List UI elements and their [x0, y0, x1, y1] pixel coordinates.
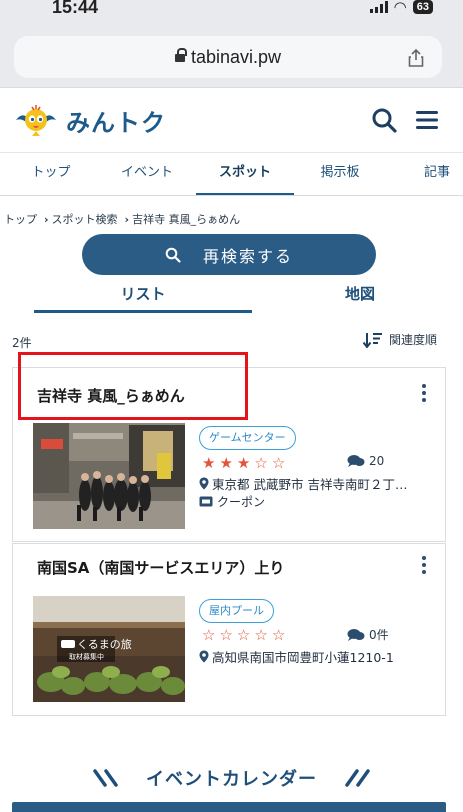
tab-event[interactable]: イベント: [102, 153, 192, 195]
chevron-right-icon: ›: [124, 213, 130, 226]
star-empty-icon: ☆: [271, 626, 286, 644]
spot-address-text: 東京都 武蔵野市 吉祥寺南町２丁…: [212, 477, 408, 492]
battery-icon: 63: [412, 0, 433, 14]
comment-icon: [347, 455, 365, 467]
star-empty-icon: ☆: [254, 626, 268, 644]
location-pin-icon: [199, 477, 209, 490]
comment-count: 20: [347, 454, 384, 468]
star-empty-icon: ☆: [202, 626, 216, 644]
tab-articles[interactable]: 記事: [414, 153, 463, 195]
spot-address-text: 高知県南国市岡豊町小蓮1210-1: [212, 650, 394, 665]
rating-stars: ★ ★ ★ ☆ ☆: [202, 456, 285, 471]
active-tab-indicator: [34, 310, 252, 313]
calendar-bar: [12, 802, 446, 812]
event-calendar-heading: イベントカレンダー: [0, 762, 463, 794]
sort-label: 関連度順: [388, 333, 437, 347]
spot-address: 東京都 武蔵野市 吉祥寺南町２丁…: [199, 474, 407, 493]
highlight-box: [18, 352, 248, 420]
comment-count-value: 0件: [369, 628, 389, 642]
site-header: みんトク: [0, 88, 463, 152]
market-photo-image: くるまの旅 取材募集中: [33, 596, 185, 702]
header-actions: [371, 107, 439, 133]
breadcrumb-item-top[interactable]: トップ: [4, 213, 37, 226]
signal-icon: [369, 1, 388, 13]
research-button[interactable]: 再検索する: [82, 234, 376, 275]
comment-count: 0件: [347, 626, 389, 643]
breadcrumb-item-spot-search[interactable]: スポット検索: [52, 213, 118, 226]
sort-icon: [362, 332, 382, 348]
logo-mascot-icon: [16, 105, 56, 136]
spot-thumbnail[interactable]: くるまの旅 取材募集中: [33, 596, 185, 702]
share-icon[interactable]: [406, 48, 426, 68]
spot-card[interactable]: 南国SA（南国サービスエリア）上り くるまの旅 取材募集中 屋内プール ☆ ☆ …: [12, 543, 446, 716]
status-bar: 15:44 ◠ 63: [0, 0, 463, 22]
research-button-label: 再検索する: [202, 246, 293, 266]
star-filled-icon: ★: [202, 454, 216, 472]
genre-tag[interactable]: ゲームセンター: [199, 426, 296, 450]
search-icon: [165, 247, 181, 263]
spot-address: 高知県南国市岡豊町小蓮1210-1: [199, 647, 394, 666]
tab-spot[interactable]: スポット: [196, 153, 294, 195]
rating-stars: ☆ ☆ ☆ ☆ ☆: [202, 628, 285, 643]
event-calendar-title: イベントカレンダー: [146, 769, 317, 790]
wifi-icon: ◠: [393, 0, 407, 16]
genre-tag[interactable]: 屋内プール: [199, 599, 274, 623]
tab-top[interactable]: トップ: [0, 153, 102, 195]
tab-list[interactable]: リスト: [34, 283, 252, 304]
site-logo[interactable]: みんトク: [12, 100, 166, 140]
star-empty-icon: ☆: [254, 454, 268, 472]
breadcrumb-item-current: 吉祥寺 真風_らぁめん: [132, 213, 241, 226]
thumb-overlay-subtitle: 取材募集中: [69, 652, 104, 661]
location-pin-icon: [199, 650, 209, 663]
url-text: tabinavi.pw: [190, 46, 282, 67]
view-tabs: リスト 地図: [0, 283, 463, 313]
hamburger-menu-icon[interactable]: [415, 109, 439, 131]
coupon-badge[interactable]: クーポン: [199, 493, 265, 510]
spot-name[interactable]: 南国SA（南国サービスエリア）上り: [37, 557, 284, 578]
address-bar[interactable]: tabinavi.pw: [14, 36, 442, 78]
lock-icon: [174, 47, 187, 63]
comment-icon: [347, 628, 365, 641]
star-empty-icon: ☆: [219, 626, 233, 644]
more-options-icon[interactable]: [421, 384, 427, 402]
street-photo-image: [33, 423, 185, 529]
result-count: 2件: [12, 336, 32, 350]
main-nav-tabs: トップ イベント スポット 掲示板 記事: [0, 152, 463, 196]
decor-slash-icon: [93, 769, 118, 787]
sort-control[interactable]: 関連度順: [362, 331, 437, 348]
spot-thumbnail[interactable]: [33, 423, 185, 529]
status-icons: ◠ 63: [369, 0, 433, 16]
logo-text: みんトク: [66, 108, 166, 137]
breadcrumb: トップ › スポット検索 › 吉祥寺 真風_らぁめん: [4, 211, 243, 227]
tab-map[interactable]: 地図: [300, 283, 420, 304]
coupon-icon: [199, 496, 213, 507]
chevron-right-icon: ›: [44, 213, 49, 226]
decor-slash-icon: [345, 769, 370, 787]
star-filled-icon: ★: [219, 454, 233, 472]
star-empty-icon: ☆: [236, 626, 251, 644]
browser-bar: tabinavi.pw: [0, 22, 463, 88]
coupon-label: クーポン: [217, 495, 266, 509]
status-time: 15:44: [52, 0, 99, 17]
search-icon[interactable]: [371, 107, 397, 133]
comment-count-value: 20: [369, 454, 385, 468]
thumb-overlay-title: くるまの旅: [77, 637, 132, 651]
more-options-icon[interactable]: [421, 556, 427, 574]
tab-board[interactable]: 掲示板: [296, 153, 384, 195]
star-empty-icon: ☆: [271, 454, 286, 472]
star-filled-icon: ★: [236, 454, 251, 472]
